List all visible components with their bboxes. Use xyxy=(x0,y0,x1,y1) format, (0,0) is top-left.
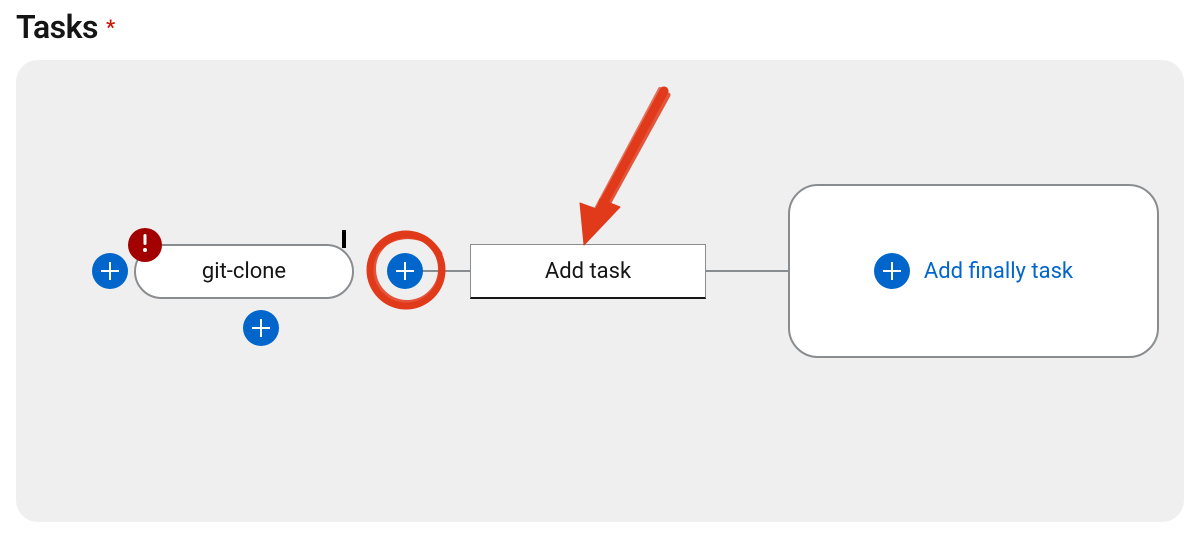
task-error-badge[interactable] xyxy=(128,228,162,262)
plus-icon xyxy=(100,261,120,281)
plus-icon xyxy=(395,261,415,281)
plus-icon xyxy=(251,318,271,338)
add-task-label: Add task xyxy=(545,259,631,284)
exclamation-icon xyxy=(141,232,149,258)
add-finally-task-label: Add finally task xyxy=(924,259,1073,284)
add-sequential-after-button[interactable] xyxy=(387,253,423,289)
add-sequential-before-button[interactable] xyxy=(92,253,128,289)
finally-task-container: Add finally task xyxy=(788,184,1159,358)
add-finally-task-button[interactable]: Add finally task xyxy=(874,253,1073,289)
tasks-section-title: Tasks * xyxy=(16,8,1182,46)
arrow-annotation xyxy=(556,85,696,255)
add-task-input[interactable]: Add task xyxy=(470,244,706,299)
tasks-title-text: Tasks xyxy=(16,8,98,46)
pipeline-canvas[interactable]: git-clone xyxy=(16,60,1184,522)
add-parallel-button[interactable] xyxy=(243,310,279,346)
connector-line xyxy=(705,270,791,272)
task-node-git-clone[interactable]: git-clone xyxy=(134,244,354,299)
plus-icon xyxy=(874,253,910,289)
task-node-label: git-clone xyxy=(202,259,286,284)
required-asterisk: * xyxy=(106,17,115,37)
text-caret xyxy=(342,230,346,248)
